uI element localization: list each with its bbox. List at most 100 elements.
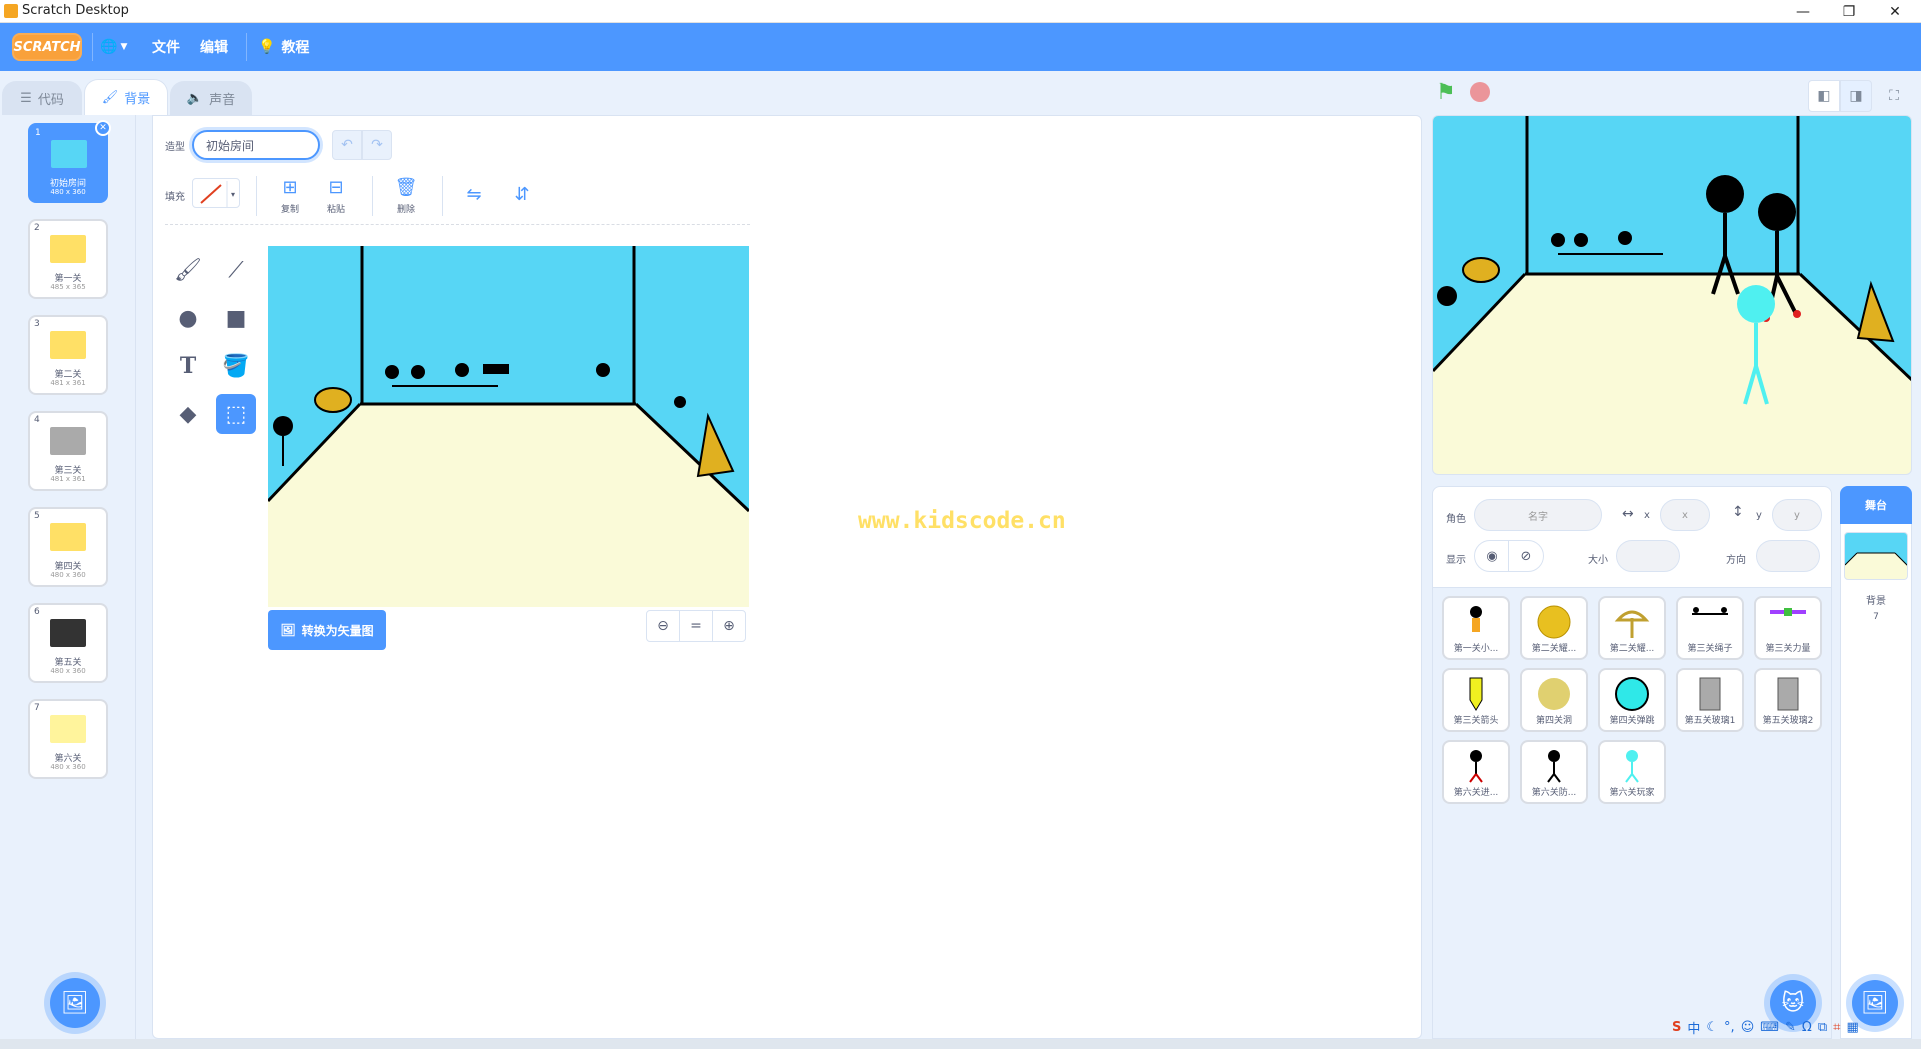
small-stage-button[interactable]: ◧: [1808, 80, 1840, 112]
headset-icon[interactable]: Ω: [1802, 1020, 1812, 1035]
choose-backdrop-button[interactable]: 🖼: [50, 978, 100, 1028]
y-input[interactable]: y: [1772, 499, 1822, 531]
sprite-name: 第三关绳子: [1687, 644, 1733, 654]
pen-icon[interactable]: ✎: [1785, 1020, 1796, 1035]
circle-tool[interactable]: ●: [168, 298, 208, 338]
fullscreen-icon: ⛶: [1889, 88, 1899, 104]
delete-backdrop-icon[interactable]: ✕: [95, 120, 111, 136]
sprite-tile[interactable]: 第三关箭头: [1442, 668, 1510, 732]
minimize-button[interactable]: —: [1780, 0, 1826, 23]
tutorials-label: 教程: [281, 40, 310, 56]
close-button[interactable]: ✕: [1872, 0, 1918, 23]
choose-stage-backdrop-button[interactable]: 🖼: [1852, 980, 1898, 1026]
flip-horizontal-button[interactable]: ⇋: [458, 174, 490, 218]
paint-canvas[interactable]: [268, 246, 749, 607]
x-input[interactable]: x: [1660, 499, 1710, 531]
share-icon[interactable]: ⧉: [1818, 1020, 1827, 1035]
rectangle-tool[interactable]: ■: [216, 298, 256, 338]
ime-mode[interactable]: 中: [1687, 1018, 1700, 1037]
stop-button[interactable]: [1470, 82, 1490, 102]
sprite-tile[interactable]: 第四关弹跳: [1598, 668, 1666, 732]
direction-input[interactable]: [1756, 540, 1820, 572]
crop-icon[interactable]: ⌗: [1833, 1020, 1840, 1035]
sprite-tile[interactable]: 第三关力量: [1754, 596, 1822, 660]
brush-icon: 🖌: [174, 257, 202, 283]
sprite-thumbnail: [1466, 676, 1486, 715]
tab-code[interactable]: ☰ 代码: [2, 81, 82, 115]
backdrop-number: 2: [34, 223, 40, 233]
stage-backdrop-thumbnail[interactable]: [1844, 532, 1908, 580]
green-flag-button[interactable]: ⚑: [1436, 80, 1456, 105]
sogou-icon[interactable]: S: [1672, 1020, 1681, 1035]
fill-tool[interactable]: 🪣: [216, 346, 256, 386]
backdrop-item[interactable]: 3 第二关 481 x 361: [28, 315, 108, 395]
sprite-thumbnail: [1464, 604, 1488, 643]
punct-icon[interactable]: °,: [1724, 1020, 1735, 1035]
scratch-app-icon: [4, 4, 18, 18]
sprite-tile[interactable]: 第一关小...: [1442, 596, 1510, 660]
sprite-tile[interactable]: 第三关绳子: [1676, 596, 1744, 660]
globe-icon: 🌐: [100, 39, 118, 55]
smile-icon[interactable]: ☺: [1741, 1020, 1755, 1035]
flip-vertical-button[interactable]: ⇵: [506, 174, 538, 218]
sprite-tile[interactable]: 第五关玻璃1: [1676, 668, 1744, 732]
paste-button[interactable]: ⊟ 粘贴: [320, 174, 352, 218]
tab-backdrops[interactable]: 🖌 背景: [84, 79, 168, 115]
line-tool[interactable]: ⟋: [216, 250, 256, 290]
stage[interactable]: [1432, 115, 1912, 475]
grid-icon[interactable]: ▦: [1846, 1020, 1858, 1035]
copy-button[interactable]: ⊞ 复制: [274, 174, 306, 218]
edit-menu[interactable]: 编辑: [200, 23, 228, 71]
rectangle-icon: ■: [225, 305, 247, 331]
sprite-tile[interactable]: 第二关耀...: [1598, 596, 1666, 660]
backdrop-item[interactable]: 5 第四关 480 x 360: [28, 507, 108, 587]
moon-icon[interactable]: ☾: [1706, 1020, 1718, 1035]
tab-sounds[interactable]: 🔈 声音: [170, 81, 252, 115]
scratch-logo[interactable]: SCRATCH: [12, 33, 82, 61]
large-stage-button[interactable]: ◨: [1840, 80, 1872, 112]
sprite-thumbnail: [1768, 604, 1808, 623]
backdrop-item[interactable]: 6 第五关 480 x 360: [28, 603, 108, 683]
sprite-tile[interactable]: 第二关耀...: [1520, 596, 1588, 660]
zoom-reset-button[interactable]: =: [680, 611, 713, 641]
file-menu[interactable]: 文件: [152, 23, 180, 71]
brush-tool[interactable]: 🖌: [168, 250, 208, 290]
sprite-thumbnail: [1536, 676, 1572, 715]
backdrop-item[interactable]: 2 第一关 485 x 365: [28, 219, 108, 299]
undo-button[interactable]: ↶: [332, 130, 362, 160]
zoom-out-button[interactable]: ⊖: [647, 611, 680, 641]
tutorials-menu[interactable]: 💡 教程: [258, 23, 309, 71]
show-label: 显示: [1446, 555, 1466, 566]
sprite-tile[interactable]: 第五关玻璃2: [1754, 668, 1822, 732]
hide-sprite-button[interactable]: ⊘: [1508, 540, 1544, 572]
fill-color-picker[interactable]: ▾: [192, 178, 240, 208]
redo-icon: ↷: [371, 137, 383, 153]
tab-backdrops-label: 背景: [124, 92, 151, 107]
delete-button[interactable]: 🗑 删除: [390, 174, 422, 218]
convert-label: 转换为矢量图: [301, 623, 374, 638]
convert-to-vector-button[interactable]: 🖼 转换为矢量图: [268, 610, 386, 650]
restore-button[interactable]: ❐: [1826, 0, 1872, 23]
sprite-name-input[interactable]: 名字: [1474, 499, 1602, 531]
sprite-tile[interactable]: 第四关洞: [1520, 668, 1588, 732]
backdrop-item[interactable]: 1 初始房间 480 x 360 ✕: [28, 120, 111, 203]
keyboard-icon[interactable]: ⌨: [1760, 1020, 1779, 1035]
show-sprite-button[interactable]: ◉: [1474, 540, 1510, 572]
fullscreen-button[interactable]: ⛶: [1878, 80, 1910, 112]
text-tool[interactable]: T: [168, 346, 208, 386]
eye-slash-icon: ⊘: [1520, 548, 1532, 564]
costume-name-input[interactable]: 初始房间: [192, 130, 320, 160]
sprite-tile[interactable]: 第六关防...: [1520, 740, 1588, 804]
eraser-tool[interactable]: ◆: [168, 394, 208, 434]
sprite-tile[interactable]: 第六关玩家: [1598, 740, 1666, 804]
sprite-tile[interactable]: 第六关进...: [1442, 740, 1510, 804]
zoom-in-button[interactable]: ⊕: [713, 611, 745, 641]
select-tool[interactable]: ⬚: [216, 394, 256, 434]
language-menu[interactable]: 🌐 ▼: [100, 23, 127, 71]
taskbar: [0, 1039, 1921, 1049]
backdrop-item[interactable]: 7 第六关 480 x 360: [28, 699, 108, 779]
redo-button[interactable]: ↷: [362, 130, 392, 160]
undo-icon: ↶: [341, 137, 353, 153]
backdrop-item[interactable]: 4 第三关 481 x 361: [28, 411, 108, 491]
size-input[interactable]: [1616, 540, 1680, 572]
